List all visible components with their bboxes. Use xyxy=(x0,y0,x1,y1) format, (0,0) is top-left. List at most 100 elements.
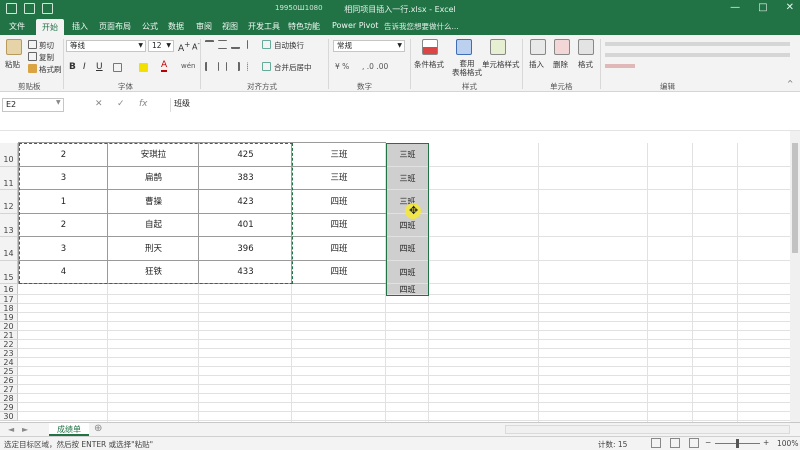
shrink-font-button[interactable]: A- xyxy=(192,40,200,52)
row-header-12[interactable]: 12 xyxy=(0,190,18,214)
tab-review[interactable]: 审阅 xyxy=(196,21,212,32)
cancel-icon[interactable]: ✕ xyxy=(95,99,103,109)
format-painter-button[interactable]: 格式刷 xyxy=(39,64,62,75)
row-header-23[interactable]: 23 xyxy=(0,349,18,358)
tab-home[interactable]: 开始 xyxy=(36,19,64,35)
font-size-value: 12 xyxy=(152,41,162,50)
row-header-22[interactable]: 22 xyxy=(0,340,18,349)
row-header-13[interactable]: 13 xyxy=(0,214,18,237)
zoom-slider-thumb[interactable] xyxy=(736,439,739,448)
row-header-25[interactable]: 25 xyxy=(0,367,18,376)
tab-page-layout[interactable]: 页面布局 xyxy=(99,21,131,32)
tab-view[interactable]: 视图 xyxy=(222,21,238,32)
font-size-select[interactable]: 12 ▼ xyxy=(148,40,174,52)
horizontal-scrollbar[interactable] xyxy=(505,425,790,434)
cell-d12[interactable]: 四班 xyxy=(292,190,386,214)
tab-developer[interactable]: 开发工具 xyxy=(248,21,280,32)
maximize-button[interactable]: □ xyxy=(758,2,767,13)
font-name-select[interactable]: 等线 ▼ xyxy=(66,40,146,52)
bold-button[interactable]: B xyxy=(69,62,76,72)
row-header-21[interactable]: 21 xyxy=(0,331,18,340)
sheet-tab[interactable]: 成绩单 xyxy=(49,423,89,436)
align-right-icon[interactable] xyxy=(231,62,240,71)
merge-center-button[interactable]: 合并后居中 xyxy=(274,62,312,73)
row-header-17[interactable]: 17 xyxy=(0,295,18,304)
next-sheet-icon[interactable]: ► xyxy=(22,425,28,434)
row-header-18[interactable]: 18 xyxy=(0,304,18,313)
currency-button[interactable]: ¥ % xyxy=(335,62,349,71)
tab-power-pivot[interactable]: Power Pivot xyxy=(332,21,378,30)
tab-file[interactable]: 文件 xyxy=(9,21,25,32)
align-middle-icon[interactable] xyxy=(218,40,227,49)
format-table-button[interactable]: 套用 表格格式 xyxy=(452,59,482,77)
row-header-10[interactable]: 10 xyxy=(0,143,18,167)
prev-sheet-icon[interactable]: ◄ xyxy=(8,425,14,434)
format-cells-button[interactable]: 格式 xyxy=(578,59,593,70)
zoom-level[interactable]: 100% xyxy=(777,439,798,448)
enter-icon[interactable]: ✓ xyxy=(117,99,125,109)
page-break-view-icon[interactable] xyxy=(689,438,699,448)
align-center-icon[interactable] xyxy=(218,62,227,71)
page-layout-view-icon[interactable] xyxy=(670,438,680,448)
paste-icon[interactable] xyxy=(6,39,22,55)
paste-button[interactable]: 粘贴 xyxy=(5,59,20,70)
chevron-down-icon[interactable]: ▼ xyxy=(56,99,61,106)
row-header-15[interactable]: 15 xyxy=(0,261,18,284)
number-format-select[interactable]: 常规 ▼ xyxy=(333,40,405,52)
tab-data[interactable]: 数据 xyxy=(168,21,184,32)
row-header-26[interactable]: 26 xyxy=(0,376,18,385)
tell-me-search[interactable]: 告诉我您想要做什么... xyxy=(384,21,459,32)
name-box[interactable]: E2 xyxy=(2,98,64,112)
wrap-text-button[interactable]: 自动换行 xyxy=(274,40,304,51)
conditional-format-button[interactable]: 条件格式 xyxy=(414,59,444,70)
normal-view-icon[interactable] xyxy=(651,438,661,448)
insert-cells-button[interactable]: 插入 xyxy=(529,59,544,70)
cell-d15[interactable]: 四班 xyxy=(292,261,386,284)
add-sheet-icon[interactable]: ⊕ xyxy=(94,423,102,434)
cell-d13[interactable]: 四班 xyxy=(292,214,386,237)
insert-function-icon[interactable]: fx xyxy=(139,99,148,109)
close-button[interactable]: ✕ xyxy=(786,2,794,13)
phonetic-button[interactable]: wén xyxy=(181,62,195,70)
zoom-out-icon[interactable]: − xyxy=(705,438,711,447)
align-bottom-icon[interactable] xyxy=(231,40,240,49)
cell-styles-button[interactable]: 单元格样式 xyxy=(482,59,520,70)
font-name-value: 等线 xyxy=(70,41,85,50)
cut-button[interactable]: 剪切 xyxy=(39,40,54,51)
minimize-button[interactable]: — xyxy=(730,2,740,13)
indent-icon[interactable] xyxy=(247,62,256,71)
row-header-14[interactable]: 14 xyxy=(0,237,18,261)
cell-d11[interactable]: 三班 xyxy=(292,167,386,190)
vertical-scrollbar[interactable] xyxy=(790,131,800,422)
row-header-28[interactable]: 28 xyxy=(0,394,18,403)
formula-input[interactable]: 班级 xyxy=(170,98,798,112)
vertical-scroll-thumb[interactable] xyxy=(792,143,798,253)
row-header-29[interactable]: 29 xyxy=(0,403,18,412)
font-color-button[interactable]: A xyxy=(161,61,168,72)
fill-color-icon[interactable] xyxy=(139,63,148,72)
grow-font-button[interactable]: A+ xyxy=(178,40,190,54)
cell-d14[interactable]: 四班 xyxy=(292,237,386,261)
tab-formulas[interactable]: 公式 xyxy=(142,21,158,32)
cell-d10[interactable]: 三班 xyxy=(292,143,386,167)
align-top-icon[interactable] xyxy=(205,40,214,49)
row-header-30[interactable]: 30 xyxy=(0,412,18,421)
row-header-11[interactable]: 11 xyxy=(0,167,18,190)
row-header-27[interactable]: 27 xyxy=(0,385,18,394)
copy-button[interactable]: 复制 xyxy=(39,52,54,63)
underline-button[interactable]: U xyxy=(96,62,103,72)
delete-cells-button[interactable]: 删除 xyxy=(553,59,568,70)
collapse-ribbon-icon[interactable]: ^ xyxy=(787,79,793,88)
row-header-16[interactable]: 16 xyxy=(0,284,18,295)
zoom-in-icon[interactable]: + xyxy=(763,438,769,447)
border-icon[interactable] xyxy=(113,63,122,72)
row-header-24[interactable]: 24 xyxy=(0,358,18,367)
italic-button[interactable]: I xyxy=(83,62,86,72)
tab-insert[interactable]: 插入 xyxy=(72,21,88,32)
tab-special[interactable]: 特色功能 xyxy=(288,21,320,32)
row-header-19[interactable]: 19 xyxy=(0,313,18,322)
comma-button[interactable]: , .0 .00 xyxy=(362,62,388,71)
align-left-icon[interactable] xyxy=(205,62,214,71)
row-header-20[interactable]: 20 xyxy=(0,322,18,331)
orientation-icon[interactable] xyxy=(247,40,256,49)
